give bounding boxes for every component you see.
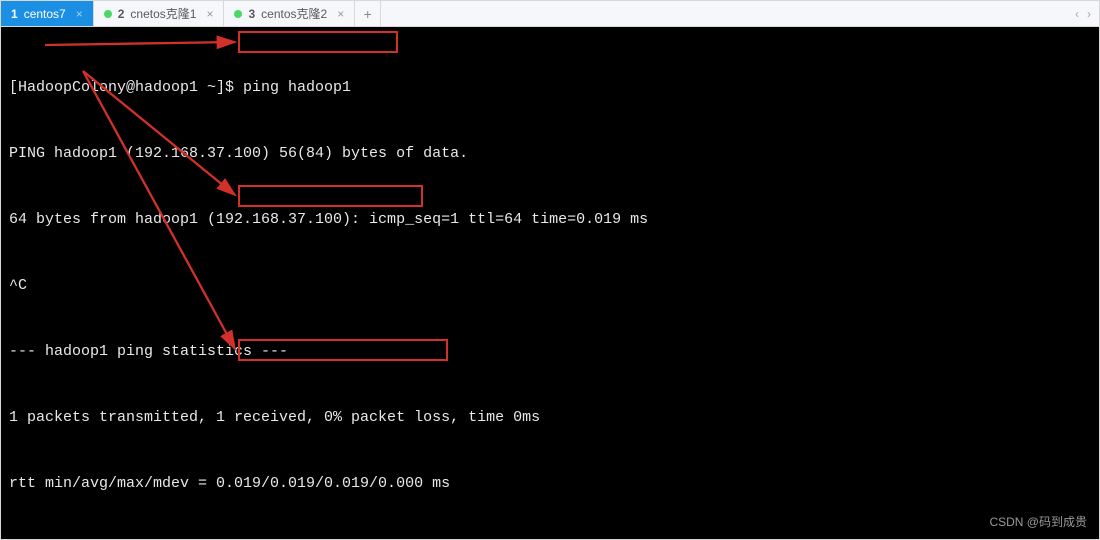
terminal-line: --- hadoop1 ping statistics --- bbox=[9, 341, 1091, 363]
tab-2-clone1[interactable]: 2 cnetos克隆1 × bbox=[94, 1, 225, 26]
tab-label: cnetos克隆1 bbox=[130, 5, 196, 22]
terminal-line: ^C bbox=[9, 275, 1091, 297]
terminal-line: rtt min/avg/max/mdev = 0.019/0.019/0.019… bbox=[9, 473, 1091, 495]
tab-index: 3 bbox=[248, 7, 255, 21]
highlight-box-2 bbox=[238, 185, 423, 207]
terminal-viewport[interactable]: [HadoopColony@hadoop1 ~]$ ping hadoop1 P… bbox=[1, 27, 1099, 539]
tab-bar: 1 centos7 × 2 cnetos克隆1 × 3 centos克隆2 × … bbox=[1, 1, 1099, 27]
tab-prev-button[interactable]: ‹ bbox=[1075, 7, 1079, 21]
tab-label: centos克隆2 bbox=[261, 5, 327, 22]
close-icon[interactable]: × bbox=[76, 7, 83, 21]
status-dot-icon bbox=[104, 10, 112, 18]
tab-index: 2 bbox=[118, 7, 125, 21]
tab-label: centos7 bbox=[24, 7, 66, 21]
arrow-1-icon bbox=[45, 42, 235, 45]
terminal-line: [HadoopColony@hadoop1 ~]$ ping hadoop1 bbox=[9, 77, 1091, 99]
highlight-box-1 bbox=[238, 31, 398, 53]
tab-1-centos7[interactable]: 1 centos7 × bbox=[1, 1, 94, 26]
terminal-line: PING hadoop1 (192.168.37.100) 56(84) byt… bbox=[9, 143, 1091, 165]
terminal-line: 64 bytes from hadoop1 (192.168.37.100): … bbox=[9, 209, 1091, 231]
terminal-scrollbar[interactable] bbox=[1086, 26, 1100, 540]
tab-index: 1 bbox=[11, 7, 18, 21]
terminal-line: 1 packets transmitted, 1 received, 0% pa… bbox=[9, 407, 1091, 429]
tab-next-button[interactable]: › bbox=[1087, 7, 1091, 21]
tab-nav: ‹ › bbox=[1067, 1, 1099, 26]
terminal-window: 1 centos7 × 2 cnetos克隆1 × 3 centos克隆2 × … bbox=[0, 0, 1100, 540]
add-tab-button[interactable]: + bbox=[355, 1, 381, 26]
watermark: CSDN @码到成贵 bbox=[989, 511, 1087, 533]
close-icon[interactable]: × bbox=[206, 7, 213, 21]
tab-3-clone2[interactable]: 3 centos克隆2 × bbox=[224, 1, 355, 26]
status-dot-icon bbox=[234, 10, 242, 18]
close-icon[interactable]: × bbox=[337, 7, 344, 21]
